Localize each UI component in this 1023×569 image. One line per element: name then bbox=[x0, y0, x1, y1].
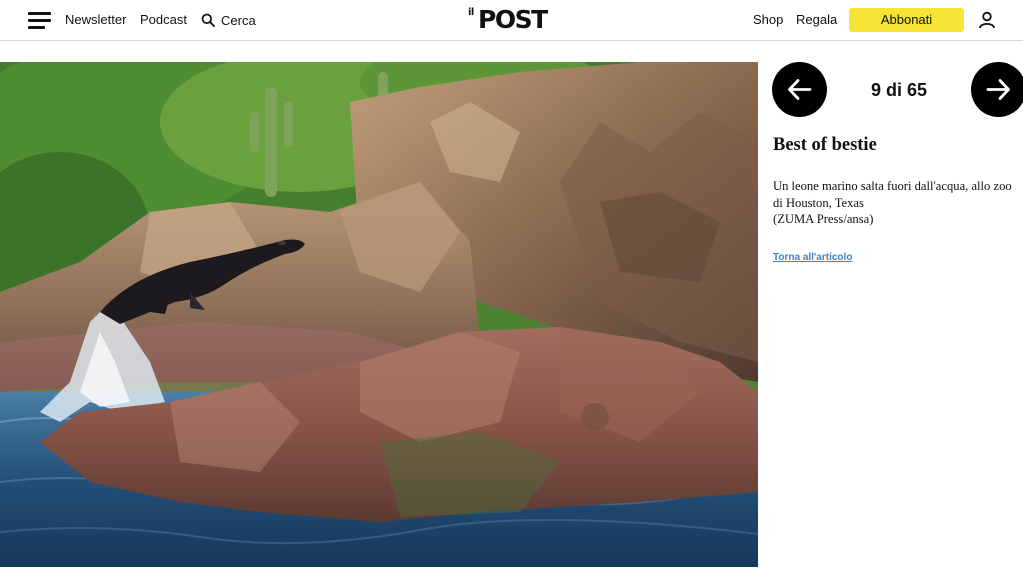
photo-caption: Un leone marino salta fuori dall'acqua, … bbox=[773, 178, 1018, 228]
gallery-title: Best of bestie bbox=[773, 135, 877, 155]
counter-current: 9 bbox=[870, 80, 881, 100]
gallery-photo bbox=[0, 62, 758, 567]
caption-text: Un leone marino salta fuori dall'acqua, … bbox=[773, 179, 1012, 210]
nav-regala[interactable]: Regala bbox=[796, 12, 837, 27]
counter-total: 65 bbox=[907, 80, 928, 100]
hamburger-menu-icon[interactable] bbox=[28, 12, 51, 29]
prev-photo-button[interactable] bbox=[772, 62, 827, 117]
arrow-right-icon bbox=[986, 79, 1010, 100]
arrow-left-icon bbox=[788, 79, 812, 100]
subscribe-button[interactable]: Abbonati bbox=[849, 8, 964, 32]
nav-shop[interactable]: Shop bbox=[753, 12, 783, 27]
caption-credit: (ZUMA Press/ansa) bbox=[773, 212, 874, 226]
user-icon[interactable] bbox=[978, 11, 996, 29]
logo-name: POST bbox=[478, 5, 548, 34]
photo-counter: 9 di 65 bbox=[845, 80, 953, 101]
site-logo[interactable]: il POST bbox=[468, 0, 560, 36]
counter-separator: di bbox=[885, 80, 902, 100]
logo-prefix: il bbox=[468, 7, 474, 18]
nav-newsletter[interactable]: Newsletter bbox=[65, 12, 126, 27]
search-button[interactable]: Cerca bbox=[201, 12, 256, 28]
site-header: Newsletter Podcast Cerca il POST Shop Re… bbox=[0, 0, 1023, 41]
nav-podcast[interactable]: Podcast bbox=[140, 12, 187, 27]
search-icon bbox=[201, 13, 215, 27]
back-to-article-link[interactable]: Torna all'articolo bbox=[773, 252, 852, 263]
sea-lion-photo bbox=[0, 62, 758, 567]
next-photo-button[interactable] bbox=[971, 62, 1023, 117]
search-label: Cerca bbox=[221, 12, 256, 28]
